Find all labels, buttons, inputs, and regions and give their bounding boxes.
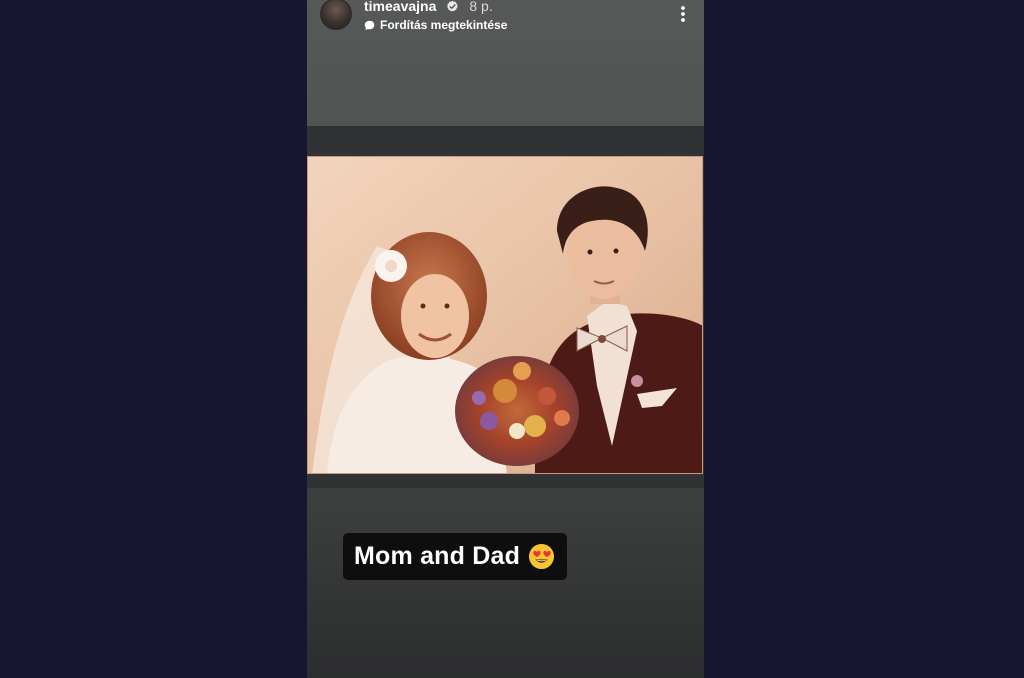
see-translation-link[interactable]: Fordítás megtekintése — [364, 18, 507, 32]
see-translation-label: Fordítás megtekintése — [380, 18, 508, 32]
heart-eyes-emoji-icon — [529, 543, 555, 570]
avatar[interactable] — [320, 0, 352, 30]
time-ago: 8 p. — [469, 0, 493, 14]
verified-badge-icon — [447, 0, 459, 11]
username-row: timeavajna 8 p. — [364, 0, 493, 15]
username[interactable]: timeavajna — [364, 0, 436, 14]
story-viewer: timeavajna 8 p. Fordítás megtekintése Mo… — [0, 0, 1024, 678]
caption-text: Mom and Dad — [354, 542, 521, 570]
story-card[interactable]: timeavajna 8 p. Fordítás megtekintése Mo… — [307, 0, 704, 678]
more-options-icon[interactable] — [680, 5, 686, 23]
story-header: timeavajna 8 p. Fordítás megtekintése — [307, 0, 704, 40]
speech-bubble-icon — [364, 20, 375, 30]
wedding-photo — [307, 156, 703, 474]
caption-sticker: Mom and Dad — [343, 533, 568, 580]
